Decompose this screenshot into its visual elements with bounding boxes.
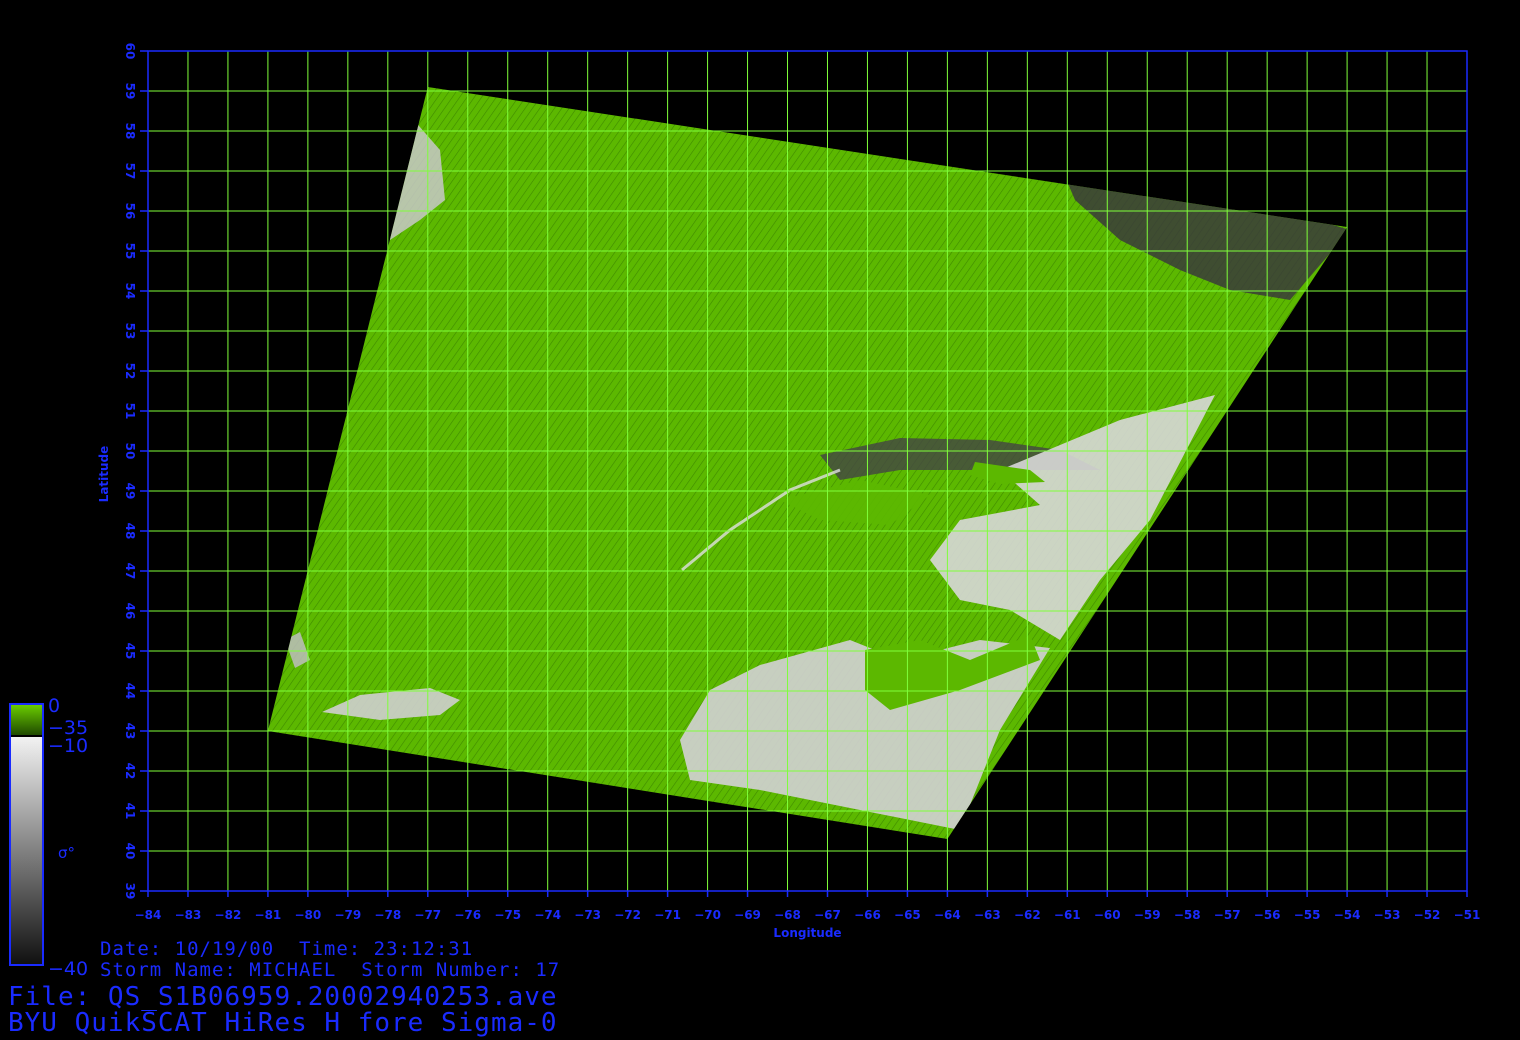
colorbar-green-segment (11, 705, 42, 735)
longitude-ticks: −84 −83 −82 −81 −80 −79 −78 −77 −76 −75 −74 −73 −72−… (135, 891, 1481, 922)
colorbar-label-bottom: −40 (48, 958, 88, 980)
x-tick-label: −52 (1414, 908, 1441, 922)
x-tick-label: −58 (1174, 908, 1201, 922)
x-tick-label: −57 (1214, 908, 1241, 922)
y-tick-label: 40 (123, 843, 137, 860)
x-axis-title: Longitude (773, 926, 841, 940)
y-tick-label: 56 (123, 203, 137, 220)
x-tick-label: −80 (294, 908, 321, 922)
y-tick-label: 57 (123, 163, 137, 180)
x-tick-label: −64 (934, 908, 961, 922)
x-tick-label: −79 (334, 908, 361, 922)
y-tick-label: 49 (123, 483, 137, 500)
file-name-line: File: QS_S1B06959.20002940253.ave (8, 982, 558, 1012)
x-tick-label: −81 (255, 908, 282, 922)
y-tick-label: 59 (123, 83, 137, 100)
y-tick-label: 51 (123, 403, 137, 420)
colorbar-label-gray-top: −10 (48, 735, 88, 757)
y-tick-label: 46 (123, 603, 137, 620)
y-tick-label: 44 (123, 683, 137, 700)
x-tick-label: −51 (1454, 908, 1481, 922)
x-tick-label: −69 (734, 908, 761, 922)
colorbar: 0 −35 −10 σ° −40 (9, 695, 88, 980)
scatterometer-map: −84 −83 −82 −81 −80 −79 −78 −77 −76 −75 −74 −73 −72−… (9, 43, 1481, 980)
colorbar-gray-segment (11, 737, 42, 964)
y-tick-label: 55 (123, 243, 137, 260)
x-tick-label: −59 (1134, 908, 1161, 922)
x-tick-label: −76 (454, 908, 481, 922)
y-tick-label: 54 (123, 283, 137, 300)
x-tick-label: −72 (614, 908, 641, 922)
y-tick-label: 47 (123, 563, 137, 580)
x-tick-label: −66 (854, 908, 881, 922)
y-tick-label: 52 (123, 363, 137, 380)
x-tick-label: −84 (135, 908, 162, 922)
x-tick-label: −67 (814, 908, 841, 922)
product-title-line: BYU QuikSCAT HiRes H fore Sigma-0 (8, 1008, 558, 1038)
y-tick-label: 50 (123, 443, 137, 460)
date-time-line: Date: 10/19/00 Time: 23:12:31 (100, 938, 474, 960)
x-tick-label: −60 (1094, 908, 1121, 922)
x-tick-label: −82 (215, 908, 242, 922)
x-tick-label: −71 (654, 908, 681, 922)
x-tick-label: −68 (774, 908, 801, 922)
y-axis-title: Latitude (97, 446, 111, 503)
y-tick-label: 58 (123, 123, 137, 140)
storm-info-line: Storm Name: MICHAEL Storm Number: 17 (100, 959, 561, 981)
y-tick-label: 53 (123, 323, 137, 340)
x-tick-label: −61 (1054, 908, 1081, 922)
x-tick-label: −62 (1014, 908, 1041, 922)
latitude-ticks: 39 40 41 42 43 44 45 46 47 48 49 50 51 52 53 54 55 56 57 58… (123, 43, 148, 900)
x-tick-label: −54 (1334, 908, 1361, 922)
y-tick-label: 42 (123, 763, 137, 780)
x-tick-label: −53 (1374, 908, 1401, 922)
x-tick-label: −73 (574, 908, 601, 922)
x-tick-label: −75 (494, 908, 521, 922)
colorbar-symbol: σ° (58, 844, 75, 862)
y-tick-label: 39 (123, 883, 137, 900)
x-tick-label: −83 (175, 908, 202, 922)
y-tick-label: 43 (123, 723, 137, 740)
y-tick-label: 60 (123, 43, 137, 60)
x-tick-label: −74 (534, 908, 561, 922)
x-tick-label: −77 (414, 908, 441, 922)
x-tick-label: −55 (1294, 908, 1321, 922)
x-tick-label: −65 (894, 908, 921, 922)
y-tick-label: 45 (123, 643, 137, 660)
y-tick-label: 48 (123, 523, 137, 540)
x-tick-label: −56 (1254, 908, 1281, 922)
x-tick-label: −78 (374, 908, 401, 922)
y-tick-label: 41 (123, 803, 137, 820)
x-tick-label: −70 (694, 908, 721, 922)
x-tick-label: −63 (974, 908, 1001, 922)
colorbar-label-top: 0 (48, 695, 60, 717)
